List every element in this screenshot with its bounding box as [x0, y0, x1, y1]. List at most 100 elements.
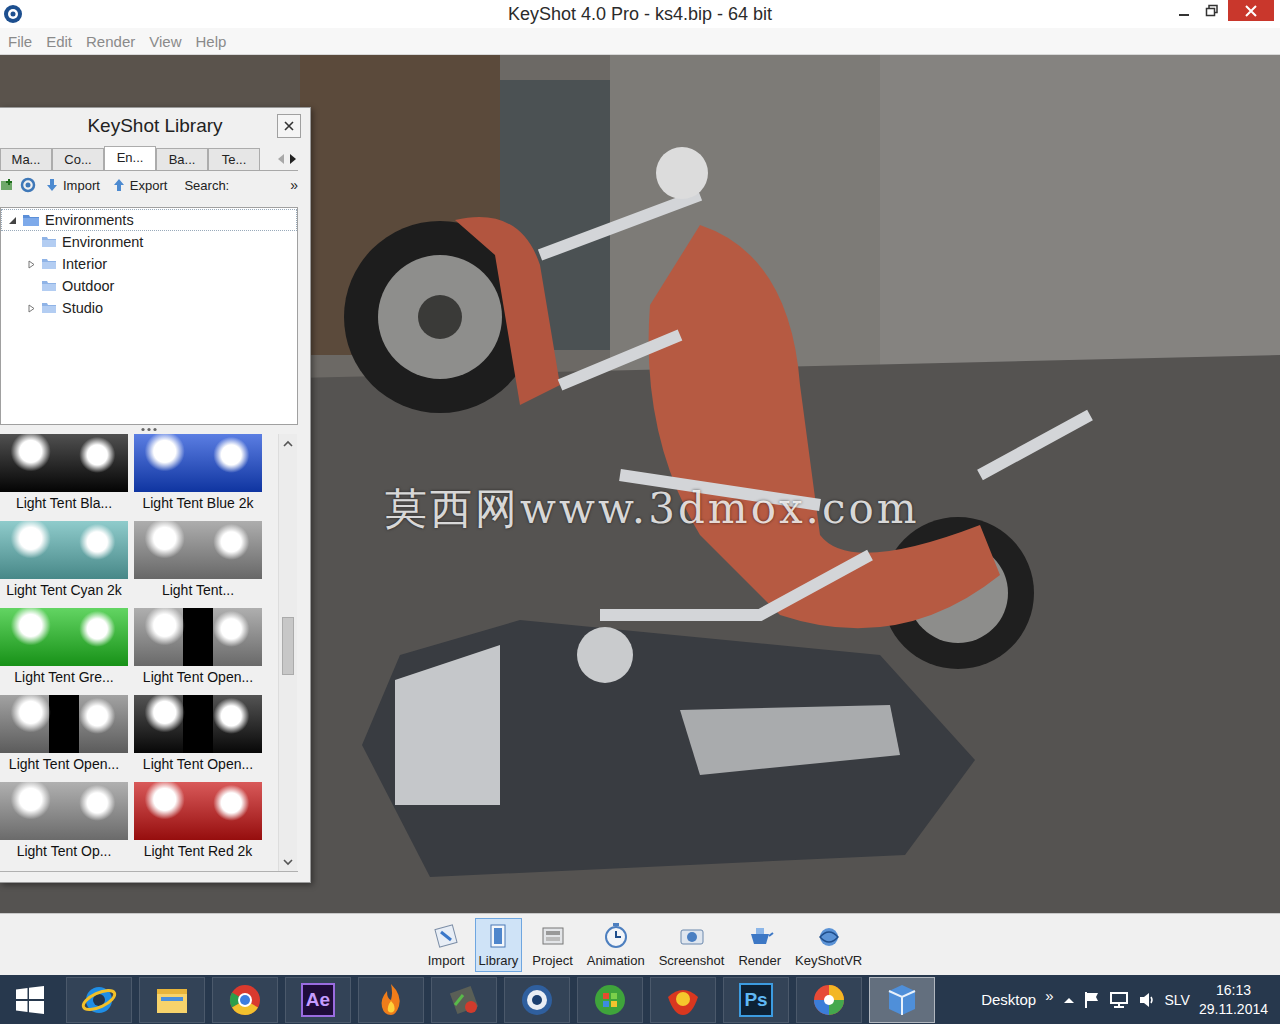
more-button[interactable]: »: [290, 177, 298, 193]
twisty[interactable]: [24, 235, 38, 249]
environment-thumbnail[interactable]: Light Tent Open...: [0, 695, 128, 775]
scroll-up-button[interactable]: [279, 434, 297, 452]
language-indicator[interactable]: SLV: [1165, 992, 1190, 1008]
twisty[interactable]: [24, 301, 38, 315]
splitter[interactable]: [0, 425, 298, 434]
taskbar-app[interactable]: [139, 977, 205, 1023]
scroll-track[interactable]: [279, 452, 297, 853]
toolbar-label: Screenshot: [659, 953, 725, 968]
environment-thumbnail[interactable]: Light Tent Bla...: [0, 434, 128, 514]
clock-date: 29.11.2014: [1199, 1000, 1268, 1019]
environment-thumbnail[interactable]: Light Tent Gre...: [0, 608, 128, 688]
twisty[interactable]: [24, 257, 38, 271]
restore-button[interactable]: [1198, 0, 1226, 22]
export-button[interactable]: Export: [109, 178, 171, 193]
library-header[interactable]: KeyShot Library: [0, 108, 310, 144]
library-panel: KeyShot LibraryMa...Co...En...Ba...Te...…: [0, 107, 311, 883]
close-icon: [1244, 4, 1258, 18]
refresh-icon[interactable]: [20, 177, 36, 193]
toolbar-button[interactable]: Animation: [583, 918, 649, 972]
thumbnail-image: [134, 782, 262, 840]
taskbar-app[interactable]: [358, 977, 424, 1023]
tree-item[interactable]: Environments: [1, 209, 297, 231]
scroll-down-button[interactable]: [279, 853, 297, 871]
taskbar-app[interactable]: [869, 977, 935, 1023]
app-icon: [445, 981, 483, 1019]
show-hidden-icon[interactable]: [1063, 995, 1075, 1005]
add-icon[interactable]: [0, 178, 14, 192]
start-button[interactable]: [0, 975, 60, 1024]
library-tabs: Ma...Co...En...Ba...Te...: [0, 146, 298, 171]
taskbar-app[interactable]: Ps: [723, 977, 789, 1023]
taskbar-app[interactable]: [212, 977, 278, 1023]
menu-item[interactable]: Edit: [40, 31, 78, 52]
system-tray: Desktop » SLV 16:1329.11.2014: [981, 981, 1280, 1019]
library-tab[interactable]: Ba...: [156, 148, 208, 170]
thumbnail-label: Light Tent Open...: [134, 753, 262, 775]
thumbnail-label: Light Tent Open...: [134, 666, 262, 688]
import-button[interactable]: Import: [42, 178, 103, 193]
environment-thumbnail[interactable]: Light Tent Blue 2k: [134, 434, 262, 514]
twisty[interactable]: [24, 279, 38, 293]
menu-item[interactable]: View: [143, 31, 187, 52]
scroll-thumb[interactable]: [282, 617, 294, 675]
render-viewport[interactable]: 莫西网www.3dmox.comKeyShot LibraryMa...Co..…: [0, 55, 1280, 913]
taskbar-app[interactable]: [66, 977, 132, 1023]
toolbar-button[interactable]: KeyShotVR: [791, 918, 866, 972]
menu-item[interactable]: Help: [189, 31, 232, 52]
library-tab[interactable]: Co...: [52, 148, 104, 170]
taskbar-app[interactable]: [796, 977, 862, 1023]
keyshot-app-icon[interactable]: [3, 4, 23, 24]
library-tab[interactable]: En...: [104, 146, 156, 170]
scroll-right-icon[interactable]: [288, 152, 298, 166]
taskbar-app[interactable]: [650, 977, 716, 1023]
flag-icon[interactable]: [1084, 991, 1100, 1009]
toolbar-label: Project: [532, 953, 572, 968]
toolbar-button[interactable]: Import: [424, 918, 469, 972]
menu-item[interactable]: File: [2, 31, 38, 52]
toolbar-button[interactable]: Render: [734, 918, 785, 972]
tree-item[interactable]: Interior: [1, 253, 297, 275]
tree-item[interactable]: Environment: [1, 231, 297, 253]
toolbar-button[interactable]: Screenshot: [655, 918, 729, 972]
taskbar-app[interactable]: [577, 977, 643, 1023]
clock[interactable]: 16:1329.11.2014: [1199, 981, 1268, 1019]
close-button[interactable]: [1228, 0, 1274, 21]
taskbar-app[interactable]: Ae: [285, 977, 351, 1023]
environment-thumbnail[interactable]: Light Tent Open...: [134, 695, 262, 775]
environment-thumbnail[interactable]: Light Tent Open...: [134, 608, 262, 688]
environment-thumbnail[interactable]: Light Tent Op...: [0, 782, 128, 862]
scrollbar[interactable]: [278, 434, 297, 871]
tree-item[interactable]: Outdoor: [1, 275, 297, 297]
toolbar-more[interactable]: »: [1045, 987, 1053, 1004]
desktop-toolbar[interactable]: Desktop: [981, 991, 1036, 1008]
toolbar-label: Animation: [587, 953, 645, 968]
toolbar-button[interactable]: Library: [475, 918, 523, 972]
thumbnail-image: [134, 521, 262, 579]
scroll-left-icon[interactable]: [276, 152, 286, 166]
up-icon: [283, 440, 293, 447]
clock-time: 16:13: [1216, 981, 1251, 1000]
toolbar-button[interactable]: Project: [528, 918, 576, 972]
app-icon: [591, 981, 629, 1019]
library-close-button[interactable]: [277, 114, 301, 138]
network-icon[interactable]: [1109, 991, 1129, 1009]
menu-item[interactable]: Render: [80, 31, 141, 52]
environment-thumbnail[interactable]: Light Tent Red 2k: [134, 782, 262, 862]
environment-thumbnail[interactable]: Light Tent...: [134, 521, 262, 601]
minimize-button[interactable]: [1170, 0, 1198, 22]
collapsed-icon: [27, 260, 36, 269]
taskbar-app[interactable]: [431, 977, 497, 1023]
toolbar-icon: [483, 922, 513, 950]
environment-thumbnail[interactable]: Light Tent Cyan 2k: [0, 521, 128, 601]
tree-item[interactable]: Studio: [1, 297, 297, 319]
library-tab[interactable]: Ma...: [0, 148, 52, 170]
app-logo-icon: Ae: [301, 983, 335, 1017]
app-icon: [226, 981, 264, 1019]
watermark-text: 莫西网www.3dmox.com: [385, 481, 920, 537]
volume-icon[interactable]: [1138, 991, 1156, 1009]
library-tab[interactable]: Te...: [208, 148, 260, 170]
thumbnail-label: Light Tent Bla...: [0, 492, 128, 514]
taskbar-app[interactable]: [504, 977, 570, 1023]
twisty[interactable]: [5, 213, 19, 227]
